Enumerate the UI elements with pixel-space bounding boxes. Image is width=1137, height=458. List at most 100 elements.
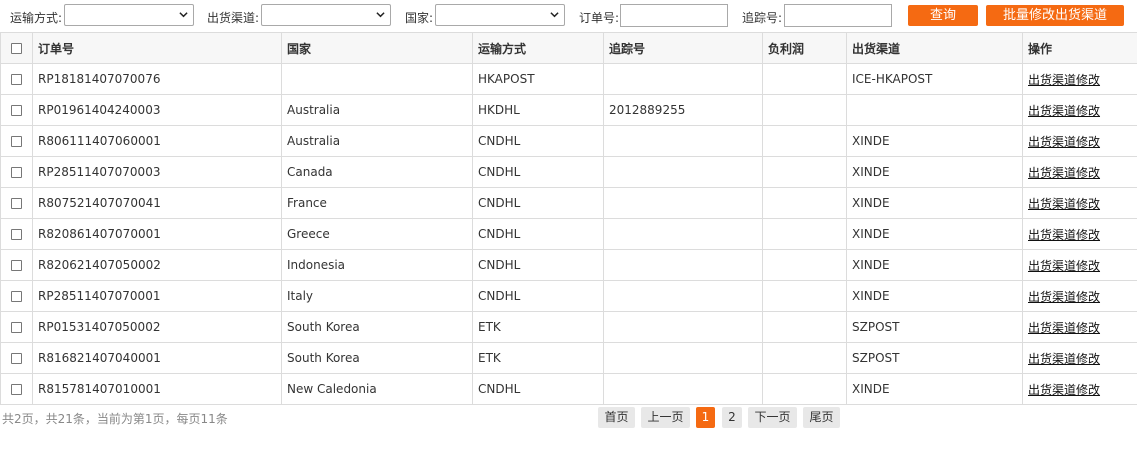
modify-channel-link[interactable]: 出货渠道修改 — [1028, 290, 1100, 304]
row-checkbox[interactable] — [11, 167, 22, 178]
channel-cell: XINDE — [846, 187, 1023, 219]
country-cell — [281, 63, 473, 95]
order-no-cell: RP01531407050002 — [32, 311, 282, 343]
modify-channel-link[interactable]: 出货渠道修改 — [1028, 197, 1100, 211]
row-checkbox[interactable] — [11, 260, 22, 271]
page-1-button[interactable]: 1 — [696, 407, 715, 428]
table-row: RP28511407070003 Canada CNDHL XINDE 出货渠道修改 — [0, 156, 1137, 188]
table-row: R806111407060001 Australia CNDHL XINDE 出货渠道修… — [0, 125, 1137, 157]
shipping-method-cell: ETK — [472, 311, 604, 343]
row-checkbox[interactable] — [11, 105, 22, 116]
column-header-action: 操作 — [1022, 32, 1137, 64]
row-select-cell — [0, 373, 33, 405]
modify-channel-link[interactable]: 出货渠道修改 — [1028, 259, 1100, 273]
modify-channel-link[interactable]: 出货渠道修改 — [1028, 166, 1100, 180]
tracking-no-cell — [603, 63, 763, 95]
order-no-cell: R820621407050002 — [32, 249, 282, 281]
action-cell: 出货渠道修改 — [1022, 156, 1137, 188]
last-page-button[interactable]: 尾页 — [803, 407, 840, 428]
table-row: RP18181407070076 HKAPOST ICE-HKAPOST 出货渠道修改 — [0, 63, 1137, 95]
shipping-method-select[interactable] — [64, 4, 194, 26]
channel-cell: XINDE — [846, 218, 1023, 250]
action-cell: 出货渠道修改 — [1022, 218, 1137, 250]
next-page-button[interactable]: 下一页 — [748, 407, 797, 428]
action-cell: 出货渠道修改 — [1022, 249, 1137, 281]
row-checkbox[interactable] — [11, 353, 22, 364]
action-cell: 出货渠道修改 — [1022, 94, 1137, 126]
order-no-cell: RP18181407070076 — [32, 63, 282, 95]
row-checkbox[interactable] — [11, 291, 22, 302]
negative-profit-cell — [762, 187, 847, 219]
country-cell: South Korea — [281, 342, 473, 374]
search-button[interactable]: 查询 — [908, 5, 978, 26]
shipping-method-cell: CNDHL — [472, 218, 604, 250]
batch-modify-channel-button[interactable]: 批量修改出货渠道 — [986, 5, 1124, 26]
select-all-checkbox[interactable] — [11, 43, 22, 54]
order-no-cell: R807521407070041 — [32, 187, 282, 219]
chevron-down-icon — [376, 12, 385, 18]
order-no-cell: R815781407010001 — [32, 373, 282, 405]
row-checkbox[interactable] — [11, 136, 22, 147]
channel-select[interactable] — [261, 4, 391, 26]
country-cell: Australia — [281, 125, 473, 157]
table-row: R815781407010001 New Caledonia CNDHL XINDE 出… — [0, 373, 1137, 405]
select-all-cell — [0, 32, 33, 64]
column-header-tracking-no: 追踪号 — [603, 32, 763, 64]
country-cell: Australia — [281, 94, 473, 126]
country-select[interactable] — [435, 4, 565, 26]
order-no-input[interactable] — [620, 4, 728, 27]
shipping-method-cell: HKDHL — [472, 94, 604, 126]
first-page-button[interactable]: 首页 — [598, 407, 635, 428]
row-select-cell — [0, 342, 33, 374]
row-checkbox[interactable] — [11, 384, 22, 395]
row-select-cell — [0, 156, 33, 188]
row-select-cell — [0, 94, 33, 126]
row-checkbox[interactable] — [11, 74, 22, 85]
tracking-no-cell: 2012889255 — [603, 94, 763, 126]
tracking-no-cell — [603, 249, 763, 281]
channel-cell: XINDE — [846, 249, 1023, 281]
negative-profit-cell — [762, 94, 847, 126]
action-cell: 出货渠道修改 — [1022, 342, 1137, 374]
row-checkbox[interactable] — [11, 322, 22, 333]
prev-page-button[interactable]: 上一页 — [641, 407, 690, 428]
row-checkbox[interactable] — [11, 198, 22, 209]
order-no-cell: R820861407070001 — [32, 218, 282, 250]
country-cell: New Caledonia — [281, 373, 473, 405]
negative-profit-cell — [762, 249, 847, 281]
tracking-no-cell — [603, 218, 763, 250]
orders-table: 订单号 国家 运输方式 追踪号 负利润 出货渠道 操作 RP1818140707… — [0, 32, 1137, 405]
modify-channel-link[interactable]: 出货渠道修改 — [1028, 73, 1100, 87]
tracking-no-cell — [603, 187, 763, 219]
row-select-cell — [0, 311, 33, 343]
country-cell: France — [281, 187, 473, 219]
modify-channel-link[interactable]: 出货渠道修改 — [1028, 352, 1100, 366]
country-cell: Canada — [281, 156, 473, 188]
country-cell: Greece — [281, 218, 473, 250]
tracking-no-input[interactable] — [784, 4, 892, 27]
tracking-no-cell — [603, 342, 763, 374]
channel-cell: XINDE — [846, 125, 1023, 157]
pagination-summary: 共2页，共21条，当前为第1页，每页11条 — [2, 412, 228, 426]
table-row: RP28511407070001 Italy CNDHL XINDE 出货渠道修改 — [0, 280, 1137, 312]
row-select-cell — [0, 187, 33, 219]
column-header-channel: 出货渠道 — [846, 32, 1023, 64]
row-checkbox[interactable] — [11, 229, 22, 240]
page-2-button[interactable]: 2 — [722, 407, 742, 428]
shipping-method-cell: CNDHL — [472, 187, 604, 219]
table-row: R807521407070041 France CNDHL XINDE 出货渠道修改 — [0, 187, 1137, 219]
modify-channel-link[interactable]: 出货渠道修改 — [1028, 228, 1100, 242]
negative-profit-cell — [762, 125, 847, 157]
row-select-cell — [0, 218, 33, 250]
modify-channel-link[interactable]: 出货渠道修改 — [1028, 383, 1100, 397]
modify-channel-link[interactable]: 出货渠道修改 — [1028, 321, 1100, 335]
row-select-cell — [0, 125, 33, 157]
modify-channel-link[interactable]: 出货渠道修改 — [1028, 104, 1100, 118]
negative-profit-cell — [762, 218, 847, 250]
action-cell: 出货渠道修改 — [1022, 311, 1137, 343]
chevron-down-icon — [179, 12, 188, 18]
channel-cell — [846, 94, 1023, 126]
negative-profit-cell — [762, 156, 847, 188]
tracking-no-label: 追踪号: — [742, 11, 783, 25]
modify-channel-link[interactable]: 出货渠道修改 — [1028, 135, 1100, 149]
